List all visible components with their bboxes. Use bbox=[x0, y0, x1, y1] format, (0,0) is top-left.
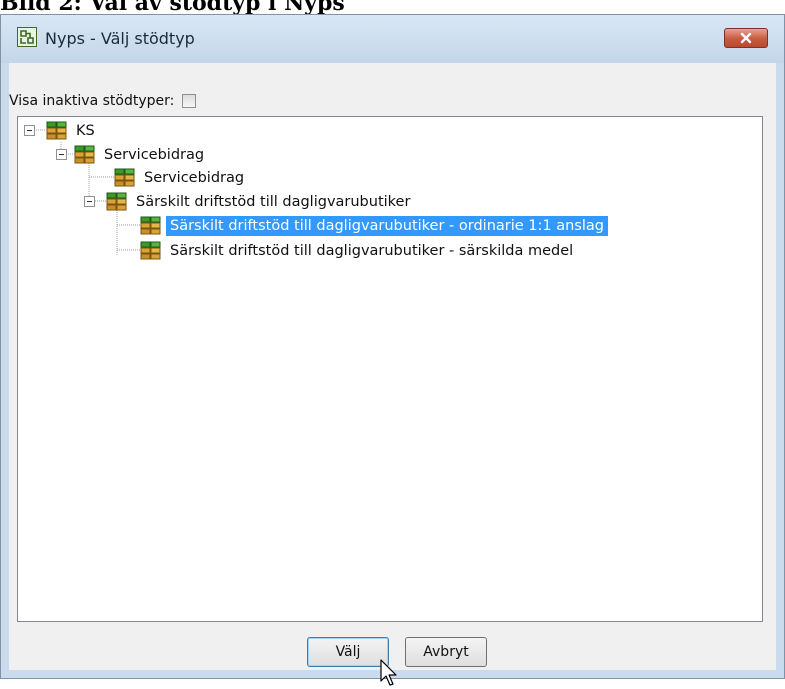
collapse-sarskilt-driftstod-icon[interactable] bbox=[84, 196, 95, 207]
tree-node-label-selected: Särskilt driftstöd till dagligvarubutike… bbox=[166, 216, 608, 236]
funding-stack-icon bbox=[74, 145, 95, 164]
title-bar[interactable]: Nyps - Välj stödtyp bbox=[1, 15, 784, 63]
tree-node-label: Servicebidrag bbox=[104, 147, 205, 163]
funding-stack-icon bbox=[140, 241, 161, 260]
cancel-button[interactable]: Avbryt bbox=[405, 637, 487, 667]
tree-node-label: KS bbox=[76, 123, 95, 139]
mouse-pointer-icon bbox=[380, 659, 397, 686]
funding-stack-icon bbox=[46, 121, 67, 140]
show-inactive-label: Visa inaktiva stödtyper: bbox=[9, 93, 175, 109]
funding-stack-icon bbox=[140, 216, 161, 235]
collapse-ks-icon[interactable] bbox=[24, 125, 35, 136]
tree-node-label: Särskilt driftstöd till dagligvarubutike… bbox=[170, 243, 574, 259]
funding-stack-icon bbox=[106, 192, 127, 211]
funding-stack-icon bbox=[114, 168, 135, 187]
tree-node-servicebidrag-group[interactable]: Servicebidrag bbox=[74, 144, 208, 166]
close-icon bbox=[740, 32, 752, 44]
window-title: Nyps - Välj stödtyp bbox=[45, 29, 195, 48]
show-inactive-row: Visa inaktiva stödtyper: bbox=[9, 91, 197, 111]
tree-node-sarskilt-ordinarie[interactable]: Särskilt driftstöd till dagligvarubutike… bbox=[140, 215, 608, 237]
tree-node-sarskilt-sarskilda-medel[interactable]: Särskilt driftstöd till dagligvarubutike… bbox=[140, 240, 577, 262]
tree-node-label: Servicebidrag bbox=[144, 170, 245, 186]
select-button[interactable]: Välj bbox=[307, 637, 389, 667]
collapse-servicebidrag-icon[interactable] bbox=[56, 149, 67, 160]
tree-node-sarskilt-driftstod[interactable]: Särskilt driftstöd till dagligvarubutike… bbox=[106, 191, 414, 213]
support-type-tree[interactable]: KS Servicebidrag Servicebidrag Särskilt … bbox=[17, 116, 763, 622]
dialog-window: Nyps - Välj stödtyp Visa inaktiva stödty… bbox=[0, 14, 785, 686]
close-button[interactable] bbox=[724, 28, 768, 48]
tree-node-servicebidrag[interactable]: Servicebidrag bbox=[114, 167, 248, 189]
show-inactive-checkbox[interactable] bbox=[182, 94, 197, 108]
tree-node-label: Särskilt driftstöd till dagligvarubutike… bbox=[136, 194, 411, 210]
nyps-app-icon bbox=[17, 27, 37, 47]
dialog-client-area: Visa inaktiva stödtyper: KS Servicebidra… bbox=[9, 63, 776, 686]
tree-node-ks[interactable]: KS bbox=[46, 120, 99, 142]
